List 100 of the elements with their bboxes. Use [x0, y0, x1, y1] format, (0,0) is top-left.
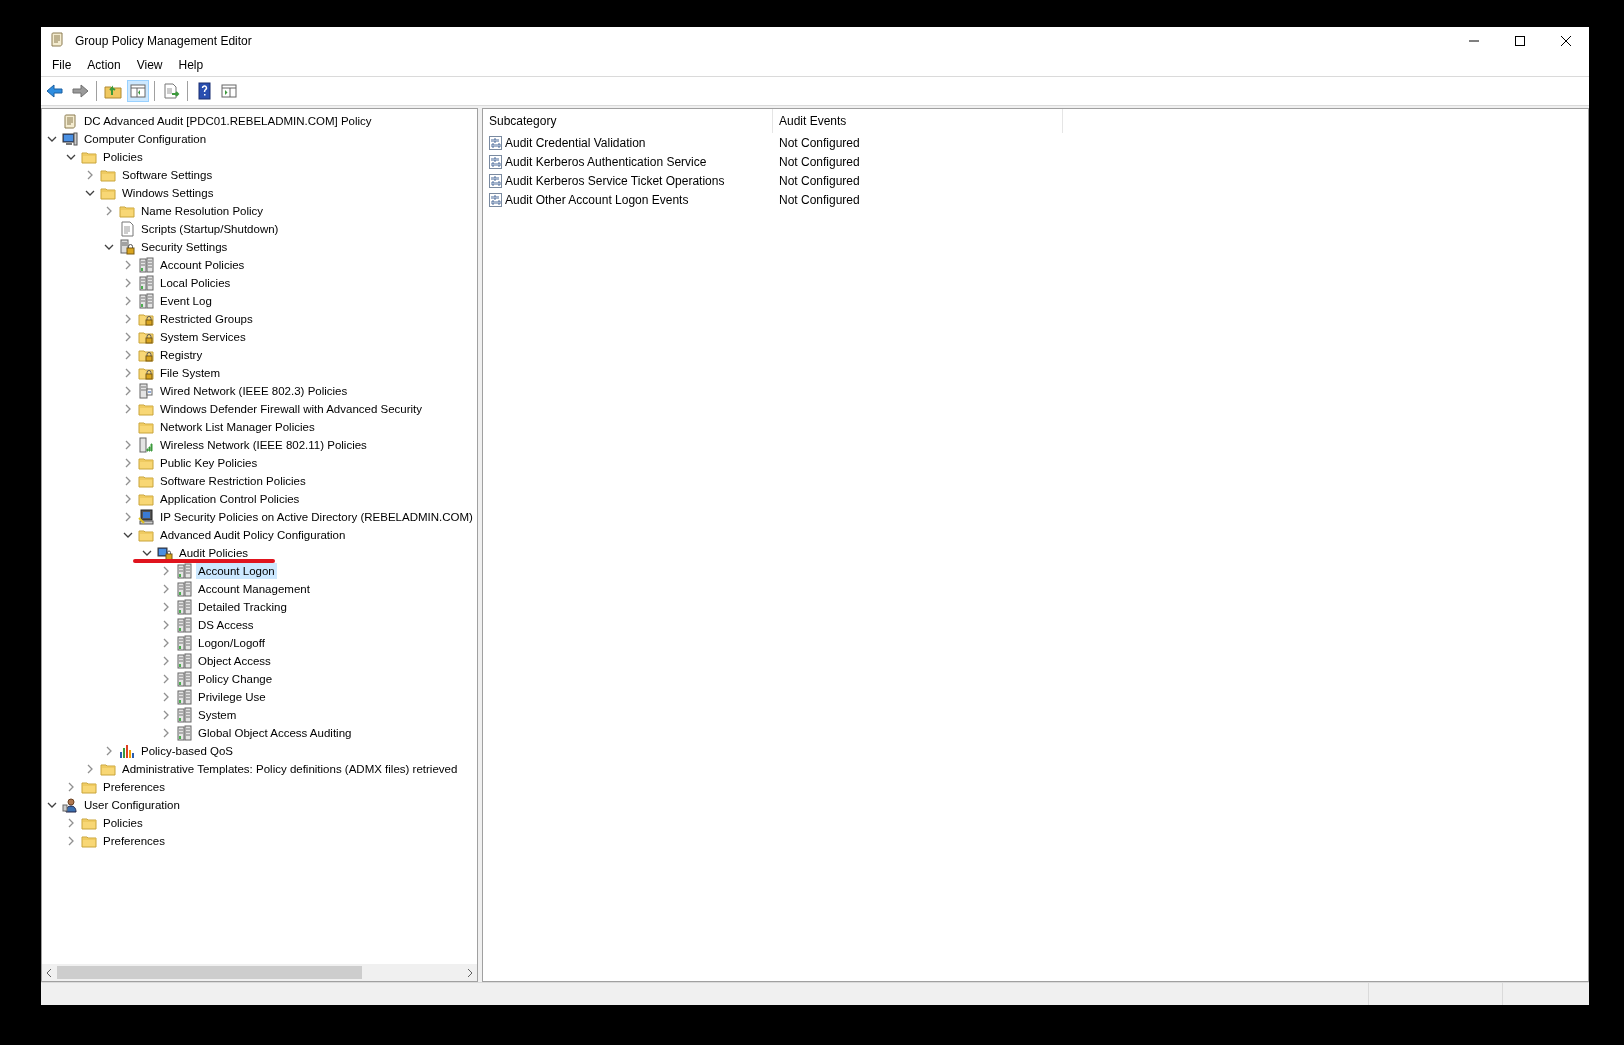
locked-folder-icon [138, 311, 154, 327]
folder-icon [81, 779, 97, 795]
folder-icon [81, 149, 97, 165]
menu-item[interactable]: Help [170, 56, 212, 74]
server-icon [176, 671, 192, 687]
menu-item[interactable]: View [128, 56, 171, 74]
list-cell-text: Not Configured [778, 154, 861, 169]
folder-icon [138, 401, 154, 417]
server-icon [138, 257, 154, 273]
tree-item[interactable]: Software Settings [120, 167, 215, 183]
tree-item[interactable]: IP Security Policies on Active Directory (REBELADMIN.COM) [158, 509, 475, 525]
tree-item[interactable]: File System [158, 365, 223, 381]
bar-chart-icon [119, 743, 135, 759]
folder-icon [138, 491, 154, 507]
binary-document-icon [489, 192, 502, 207]
tree-item[interactable]: User Configuration [82, 797, 182, 813]
tree-item[interactable]: Registry [158, 347, 205, 363]
list-cell: Audit Kerberos Service Ticket Operations [505, 173, 725, 188]
server-icon [176, 707, 192, 723]
tree-item[interactable]: Wired Network (IEEE 802.3) Policies [158, 383, 350, 399]
computer-icon [62, 131, 78, 147]
list-cell: Audit Credential Validation [505, 135, 646, 150]
tree-item[interactable]: Policy-based QoS [139, 743, 236, 759]
server-icon [138, 275, 154, 291]
tree-item[interactable]: Global Object Access Auditing [196, 725, 354, 741]
folder-icon [138, 527, 154, 543]
user-icon [62, 797, 78, 813]
binary-document-icon [489, 154, 502, 169]
tree-item[interactable]: Account Logon [196, 563, 277, 579]
window-title: Group Policy Management Editor [75, 33, 253, 48]
server-icon [176, 725, 192, 741]
network-server-icon [138, 383, 154, 399]
tree-item[interactable]: Network List Manager Policies [158, 419, 317, 435]
tree-item[interactable]: Scripts (Startup/Shutdown) [139, 221, 281, 237]
folder-icon [138, 455, 154, 471]
maximize-icon [1515, 35, 1525, 46]
horizontal-scrollbar[interactable] [42, 964, 477, 981]
monitor-key-icon [138, 509, 154, 525]
tree-item[interactable]: Privilege Use [196, 689, 268, 705]
scroll-icon [49, 31, 65, 47]
tree-item[interactable]: Policy Change [196, 671, 275, 687]
tree-item[interactable]: System [196, 707, 239, 723]
tree-item[interactable]: Account Policies [158, 257, 247, 273]
menu-item[interactable]: File [44, 56, 80, 74]
folder-icon [138, 473, 154, 489]
tree-item[interactable]: Detailed Tracking [196, 599, 289, 615]
tree-item[interactable]: Preferences [101, 779, 167, 795]
tree-item[interactable]: Logon/Logoff [196, 635, 267, 651]
tree-item[interactable]: DS Access [196, 617, 256, 633]
close-icon [1561, 35, 1571, 46]
menu-item[interactable]: Action [79, 56, 129, 74]
tree-item[interactable]: Advanced Audit Policy Configuration [158, 527, 348, 543]
scroll-icon [62, 113, 78, 129]
folder-icon [81, 815, 97, 831]
folder-icon [119, 203, 135, 219]
tree-item[interactable]: Windows Settings [120, 185, 216, 201]
tree-item[interactable]: Object Access [196, 653, 273, 669]
folder-icon [100, 185, 116, 201]
folder-icon [138, 419, 154, 435]
list-cell-text: Not Configured [778, 135, 861, 150]
column-header[interactable]: Subcategory [483, 109, 773, 133]
tree-item[interactable]: Wireless Network (IEEE 802.11) Policies [158, 437, 369, 453]
tree-item[interactable]: Security Settings [139, 239, 230, 255]
tree-item[interactable]: Windows Defender Firewall with Advanced Security [158, 401, 425, 417]
tree-item[interactable]: Administrative Templates: Policy definitions (ADMX files) retrieved [120, 761, 460, 777]
server-lock-icon [119, 239, 135, 255]
binary-document-icon [489, 173, 502, 188]
server-icon [176, 581, 192, 597]
binary-document-icon [489, 135, 502, 150]
server-icon [176, 599, 192, 615]
tree-item[interactable]: System Services [158, 329, 248, 345]
server-icon [176, 689, 192, 705]
locked-folder-icon [138, 365, 154, 381]
tree-item[interactable]: Software Restriction Policies [158, 473, 308, 489]
tree-item[interactable]: DC Advanced Audit [PDC01.REBELADMIN.COM] Policy [82, 113, 374, 129]
tree-pane-button[interactable] [127, 80, 149, 102]
column-header[interactable]: Audit Events [773, 109, 1063, 133]
list-cell: Audit Other Account Logon Events [505, 192, 689, 207]
server-icon [176, 653, 192, 669]
signal-bars-icon [138, 437, 154, 453]
script-icon [119, 221, 135, 237]
tree-item[interactable]: Local Policies [158, 275, 233, 291]
tree-item[interactable]: Computer Configuration [82, 131, 209, 147]
list-cell-text: Not Configured [778, 173, 861, 188]
folder-icon [100, 761, 116, 777]
tree-item[interactable]: Policies [101, 149, 145, 165]
list-cell-text: Not Configured [778, 192, 861, 207]
tree-item[interactable]: Account Management [196, 581, 312, 597]
tree-item[interactable]: Policies [101, 815, 145, 831]
tree-item[interactable]: Public Key Policies [158, 455, 260, 471]
server-icon [176, 635, 192, 651]
tree-item[interactable]: Event Log [158, 293, 214, 309]
tree-item[interactable]: Application Control Policies [158, 491, 302, 507]
tree-item[interactable]: Restricted Groups [158, 311, 255, 327]
locked-folder-icon [138, 329, 154, 345]
tree-item[interactable]: Preferences [101, 833, 167, 849]
folder-icon [100, 167, 116, 183]
tree-item[interactable]: Audit Policies [177, 545, 251, 561]
server-icon [176, 617, 192, 633]
tree-item[interactable]: Name Resolution Policy [139, 203, 266, 219]
